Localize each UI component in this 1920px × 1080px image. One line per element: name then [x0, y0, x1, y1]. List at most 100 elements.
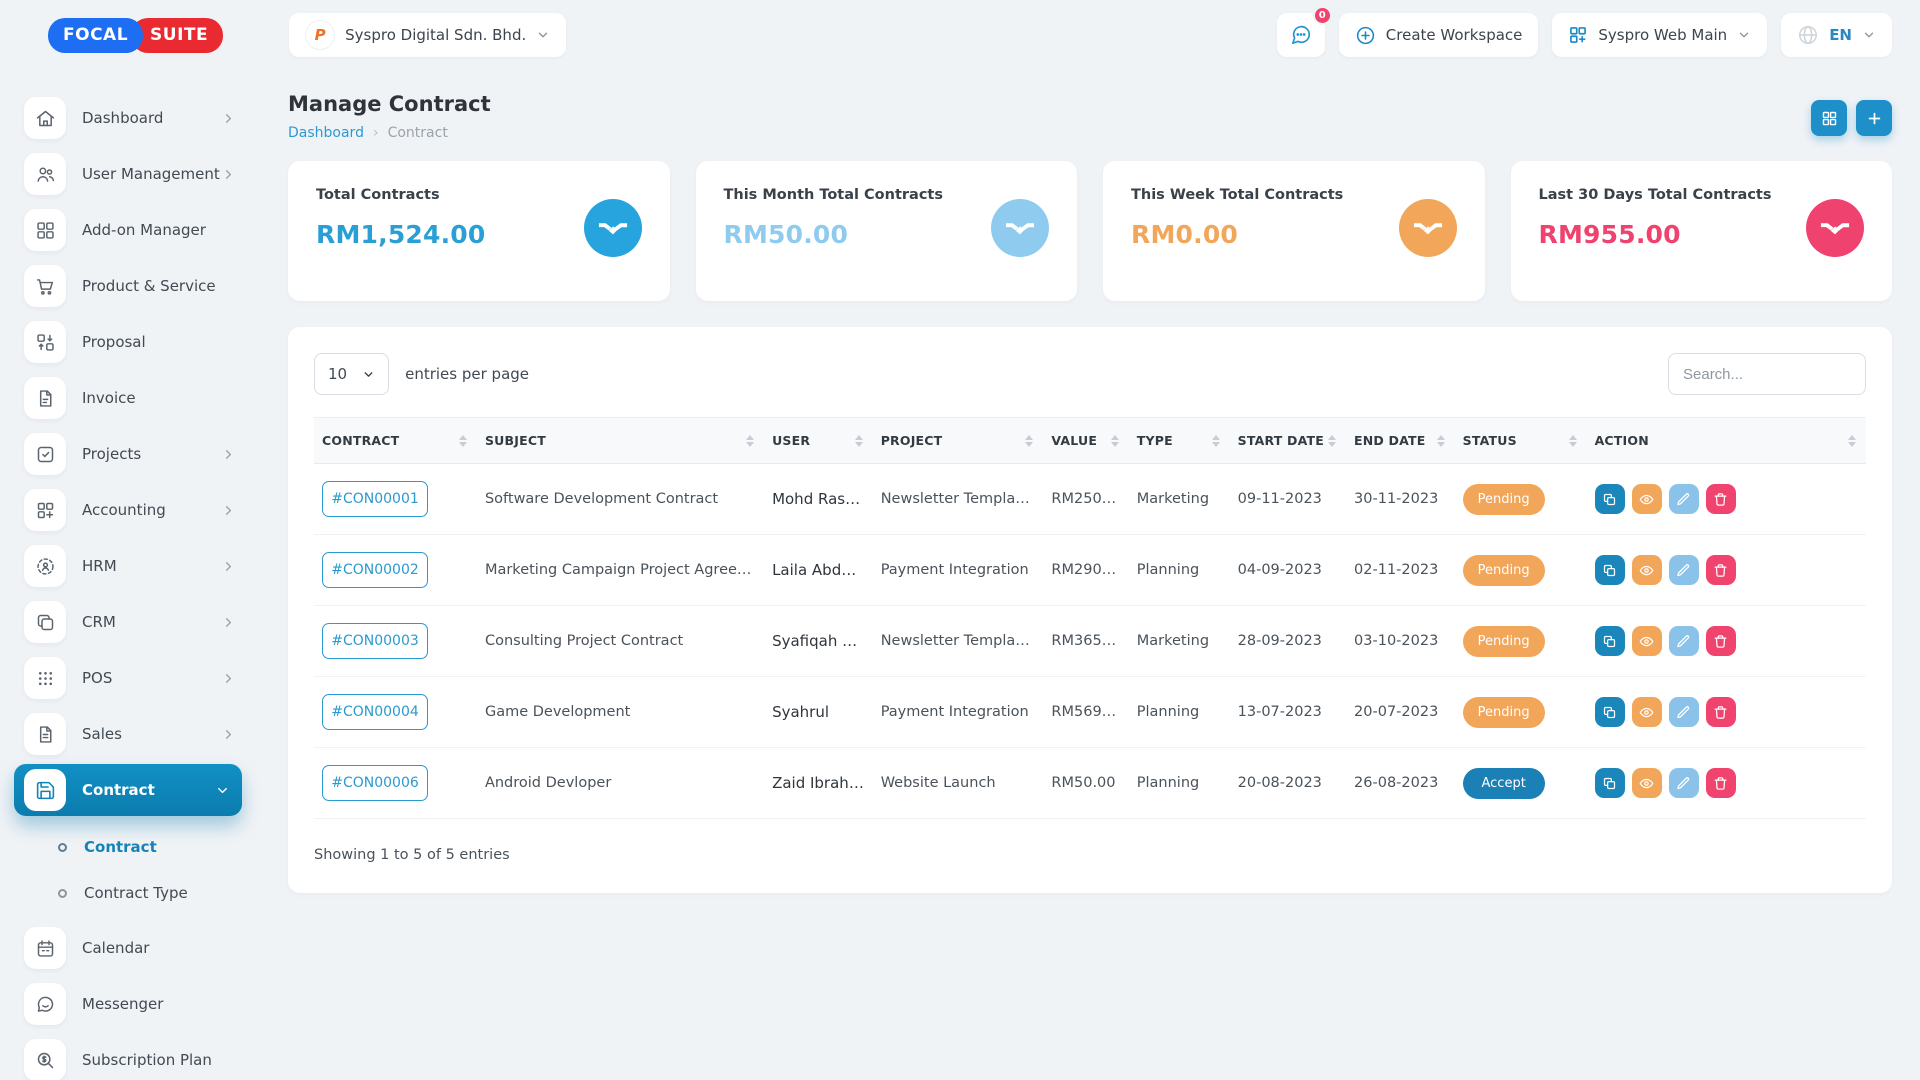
sidebar-item-subscription-plan[interactable]: Subscription Plan: [0, 1032, 256, 1080]
eye-icon: [1639, 776, 1654, 791]
view-button[interactable]: [1632, 484, 1662, 514]
delete-button[interactable]: [1706, 626, 1736, 656]
dots-grid-icon: [24, 657, 66, 699]
copy-icon: [1602, 705, 1617, 720]
breadcrumb-current: Contract: [388, 125, 448, 141]
workspace-switcher[interactable]: Syspro Web Main: [1552, 13, 1767, 57]
status-badge: Accept: [1463, 768, 1545, 799]
col-project[interactable]: PROJECT: [873, 418, 1044, 464]
sort-icon: [1212, 435, 1220, 447]
sidebar-item-hrm[interactable]: HRM: [0, 538, 256, 594]
col-value[interactable]: VALUE: [1043, 418, 1128, 464]
chevron-right-icon: [221, 503, 236, 518]
sidebar-item-product-service[interactable]: Product & Service: [0, 258, 256, 314]
swap-boxes-icon: [24, 321, 66, 363]
breadcrumb-separator: ›: [373, 125, 379, 141]
create-workspace-button[interactable]: Create Workspace: [1339, 13, 1539, 57]
sort-icon: [1025, 435, 1033, 447]
sidebar-item-sales[interactable]: Sales: [0, 706, 256, 762]
col-subject[interactable]: SUBJECT: [477, 418, 764, 464]
delete-button[interactable]: [1706, 768, 1736, 798]
bullet-icon: [58, 889, 67, 898]
grid-icon: [24, 209, 66, 251]
sidebar-item-contract[interactable]: Contract: [14, 764, 242, 816]
edit-button[interactable]: [1669, 626, 1699, 656]
edit-button[interactable]: [1669, 768, 1699, 798]
language-code: EN: [1829, 26, 1852, 44]
duplicate-button[interactable]: [1595, 697, 1625, 727]
col-contract[interactable]: CONTRACT: [314, 418, 477, 464]
sidebar-item-messenger[interactable]: Messenger: [0, 976, 256, 1032]
status-badge: Pending: [1463, 697, 1545, 728]
grid-view-button[interactable]: [1811, 100, 1847, 136]
sidebar-item-invoice[interactable]: Invoice: [0, 370, 256, 426]
sort-icon: [1328, 435, 1336, 447]
entries-per-page-select[interactable]: 10: [314, 353, 389, 395]
delete-button[interactable]: [1706, 555, 1736, 585]
breadcrumb-dashboard-link[interactable]: Dashboard: [288, 125, 364, 141]
create-workspace-label: Create Workspace: [1386, 26, 1523, 44]
view-button[interactable]: [1632, 555, 1662, 585]
sidebar-item-calendar[interactable]: Calendar: [0, 920, 256, 976]
sidebar-item-proposal[interactable]: Proposal: [0, 314, 256, 370]
delete-button[interactable]: [1706, 697, 1736, 727]
duplicate-button[interactable]: [1595, 768, 1625, 798]
delete-button[interactable]: [1706, 484, 1736, 514]
chevron-right-icon: [221, 111, 236, 126]
edit-button[interactable]: [1669, 555, 1699, 585]
logo-secondary: SUITE: [131, 18, 223, 53]
sidebar-item-addon-manager[interactable]: Add-on Manager: [0, 202, 256, 258]
sidebar-subitem-contract-type[interactable]: Contract Type: [0, 870, 256, 916]
chevron-right-icon: [221, 167, 236, 182]
contract-number-link[interactable]: #CON00006: [322, 765, 428, 801]
users-icon: [24, 153, 66, 195]
col-status[interactable]: STATUS: [1455, 418, 1587, 464]
view-button[interactable]: [1632, 626, 1662, 656]
workspace-selector[interactable]: P Syspro Digital Sdn. Bhd.: [289, 13, 566, 57]
focal-suite-logo: FOCAL SUITE: [48, 18, 223, 53]
trash-icon: [1713, 634, 1728, 649]
duplicate-button[interactable]: [1595, 484, 1625, 514]
stat-30days-contracts: Last 30 Days Total Contracts RM955.00: [1511, 161, 1893, 301]
contract-submenu: Contract Contract Type: [0, 818, 256, 920]
edit-button[interactable]: [1669, 484, 1699, 514]
col-action[interactable]: ACTION: [1587, 418, 1866, 464]
pencil-icon: [1676, 776, 1691, 791]
sidebar-item-accounting[interactable]: Accounting: [0, 482, 256, 538]
messages-button[interactable]: 0: [1277, 13, 1325, 57]
col-type[interactable]: TYPE: [1129, 418, 1230, 464]
stat-month-contracts: This Month Total Contracts RM50.00: [696, 161, 1078, 301]
trash-icon: [1713, 776, 1728, 791]
cart-icon: [24, 265, 66, 307]
duplicate-button[interactable]: [1595, 555, 1625, 585]
language-selector[interactable]: EN: [1781, 13, 1892, 57]
search-input[interactable]: [1668, 353, 1866, 395]
contract-number-link[interactable]: #CON00002: [322, 552, 428, 588]
status-badge: Pending: [1463, 626, 1545, 657]
contract-number-link[interactable]: #CON00003: [322, 623, 428, 659]
file-text-icon: [24, 713, 66, 755]
sidebar-item-dashboard[interactable]: Dashboard: [0, 90, 256, 146]
main-content: Manage Contract Dashboard › Contract Tot…: [256, 60, 1920, 1080]
col-end-date[interactable]: END DATE: [1346, 418, 1455, 464]
sidebar-item-user-management[interactable]: User Management: [0, 146, 256, 202]
add-contract-button[interactable]: [1856, 100, 1892, 136]
workspace-logo-icon: P: [305, 20, 335, 50]
col-start-date[interactable]: START DATE: [1230, 418, 1346, 464]
view-button[interactable]: [1632, 697, 1662, 727]
sidebar-item-projects[interactable]: Projects: [0, 426, 256, 482]
contract-number-link[interactable]: #CON00001: [322, 481, 428, 517]
col-user[interactable]: USER: [764, 418, 873, 464]
view-button[interactable]: [1632, 768, 1662, 798]
page-toolbar: [1811, 100, 1892, 136]
sidebar-item-crm[interactable]: CRM: [0, 594, 256, 650]
duplicate-button[interactable]: [1595, 626, 1625, 656]
sidebar-item-pos[interactable]: POS: [0, 650, 256, 706]
chat-icon: [1290, 24, 1312, 46]
contract-number-link[interactable]: #CON00004: [322, 694, 428, 730]
pencil-icon: [1676, 634, 1691, 649]
sidebar-subitem-contract[interactable]: Contract: [0, 824, 256, 870]
chat-count-badge: 0: [1313, 6, 1332, 25]
edit-button[interactable]: [1669, 697, 1699, 727]
chevron-right-icon: [221, 559, 236, 574]
